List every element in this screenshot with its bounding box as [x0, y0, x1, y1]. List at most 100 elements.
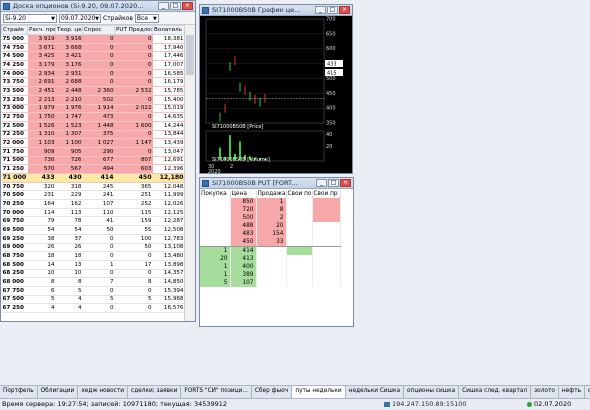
underlying-select[interactable]: Si-9.20 ▼: [3, 13, 57, 23]
board-cell[interactable]: 14,244: [152, 121, 185, 131]
board-cell[interactable]: 164: [27, 199, 56, 209]
depth-buy-cell[interactable]: 1: [200, 246, 231, 255]
order-book-titlebar[interactable]: SI71000BS0B PUT [FORT... _ □ ×: [200, 178, 353, 189]
workspace-tab[interactable]: Облигации: [38, 386, 79, 398]
board-row[interactable]: 68 000 8 8 7 8 14,850: [1, 277, 185, 287]
board-cell[interactable]: 2 022: [114, 104, 153, 114]
board-cell[interactable]: 13,108: [152, 243, 185, 253]
board-cell[interactable]: 365: [114, 182, 153, 192]
workspace-tab[interactable]: Сишка след. квартал: [459, 386, 532, 398]
board-cell[interactable]: 15,019: [152, 104, 185, 114]
board-cell[interactable]: 38: [27, 234, 56, 244]
board-row[interactable]: 69 500 54 54 50 55 12,508: [1, 225, 185, 235]
board-row[interactable]: 70 250 164 162 107 252 12,026: [1, 199, 185, 209]
board-cell[interactable]: 2 213: [27, 95, 56, 105]
board-cell[interactable]: 3 671: [27, 43, 56, 53]
chart-area[interactable]: 7006506005505004504003504020 SI71000BS0B…: [200, 16, 352, 173]
depth-buy-cell[interactable]: 1: [200, 271, 231, 279]
board-cell[interactable]: 12,783: [152, 234, 185, 244]
board-row[interactable]: 73 250 2 213 2 210 502 0 15,400: [1, 95, 185, 105]
board-cell[interactable]: 0: [82, 77, 115, 88]
depth-buy-cell[interactable]: 5: [200, 279, 231, 287]
board-cell[interactable]: 107: [82, 199, 115, 209]
board-cell[interactable]: 41: [82, 216, 115, 227]
depth-sell-cell[interactable]: 1: [256, 198, 287, 206]
board-cell[interactable]: 15,394: [152, 286, 185, 296]
strike-cell[interactable]: 68 000: [1, 277, 28, 287]
depth-price-cell[interactable]: 850: [230, 198, 257, 206]
board-cell[interactable]: 290: [82, 147, 115, 157]
strike-cell[interactable]: 73 500: [1, 86, 28, 96]
strike-cell[interactable]: 71 500: [1, 156, 28, 166]
depth-buy-cell[interactable]: [200, 198, 231, 206]
board-cell[interactable]: 1 526: [27, 121, 56, 131]
board-cell[interactable]: 730: [27, 156, 56, 166]
depth-sell-cell[interactable]: 2: [256, 214, 287, 222]
strike-cell[interactable]: 68 500: [1, 260, 28, 270]
strike-cell[interactable]: 74 250: [1, 60, 28, 70]
workspace-tab[interactable]: сделки; заявки: [128, 386, 182, 398]
strike-cell[interactable]: 69 250: [1, 234, 28, 244]
depth-row[interactable]: 488 20: [200, 222, 341, 230]
board-cell[interactable]: 26: [55, 243, 83, 253]
workspace-tab[interactable]: путы недельки: [292, 386, 346, 398]
board-row[interactable]: 73 500 2 451 2 448 2 360 2 532 15,785: [1, 86, 185, 96]
board-scrollbar[interactable]: [184, 25, 195, 321]
depth-col-header[interactable]: Цена: [230, 190, 257, 198]
board-row[interactable]: 71 250 570 567 494 603 12,396: [1, 164, 185, 174]
strike-cell[interactable]: 74 750: [1, 43, 28, 53]
board-cell[interactable]: 2 360: [82, 86, 115, 96]
strike-cell[interactable]: 70 250: [1, 199, 28, 209]
strike-cell[interactable]: 73 750: [1, 77, 28, 88]
board-cell[interactable]: 162: [55, 199, 83, 209]
depth-sell-cell[interactable]: 33: [256, 238, 287, 247]
board-cell[interactable]: 13: [55, 260, 83, 270]
board-cell[interactable]: 241: [82, 190, 115, 201]
board-cell[interactable]: 0: [114, 34, 153, 44]
board-cell[interactable]: 55: [114, 225, 153, 235]
board-cell[interactable]: 231: [27, 190, 56, 201]
board-row[interactable]: 72 250 1 310 1 307 375 0 13,844: [1, 130, 185, 140]
board-cell[interactable]: 3 176: [55, 60, 83, 70]
depth-price-cell[interactable]: 413: [230, 255, 257, 263]
depth-row[interactable]: 500 2: [200, 214, 341, 222]
board-cell[interactable]: 3 919: [27, 34, 56, 44]
board-cell[interactable]: 12,125: [152, 208, 185, 218]
workspace-tab[interactable]: Сбер фьюч: [252, 386, 293, 398]
board-cell[interactable]: 3 421: [55, 51, 83, 62]
board-cell[interactable]: 13,047: [152, 147, 185, 157]
board-cell[interactable]: 13,480: [152, 251, 185, 261]
board-row[interactable]: 71 500 730 726 677 807 12,691: [1, 156, 185, 166]
board-cell[interactable]: 2 688: [55, 77, 83, 88]
depth-own-cell[interactable]: [312, 271, 341, 279]
board-col-header[interactable]: Теор. цена: [55, 25, 83, 35]
depth-col-header[interactable]: Свои пр: [312, 190, 341, 198]
depth-own-cell[interactable]: [312, 279, 341, 287]
board-col-header[interactable]: Страйк: [1, 25, 28, 35]
board-row[interactable]: 74 500 3 425 3 421 0 0 17,446: [1, 51, 185, 62]
depth-own-cell[interactable]: [312, 246, 341, 255]
board-cell[interactable]: 14,635: [152, 112, 185, 122]
board-cell[interactable]: 16,576: [152, 303, 185, 313]
board-cell[interactable]: 2 931: [55, 69, 83, 79]
board-cell[interactable]: 251: [114, 190, 153, 201]
board-cell[interactable]: 54: [55, 225, 83, 235]
close-button[interactable]: ×: [339, 6, 350, 14]
board-row[interactable]: 74 750 3 671 3 668 0 0 17,940: [1, 43, 185, 53]
strike-cell[interactable]: 72 250: [1, 130, 28, 140]
board-cell[interactable]: 375: [82, 130, 115, 140]
depth-row[interactable]: 483 154: [200, 230, 341, 238]
board-cell[interactable]: 5: [114, 295, 153, 305]
board-cell[interactable]: 15,785: [152, 86, 185, 96]
board-cell[interactable]: 4: [55, 295, 83, 305]
board-cell[interactable]: 433: [27, 173, 56, 183]
strike-cell[interactable]: 73 250: [1, 95, 28, 105]
board-cell[interactable]: 12,026: [152, 199, 185, 209]
board-cell[interactable]: 13,844: [152, 130, 185, 140]
strike-cell[interactable]: 67 750: [1, 286, 28, 296]
board-cell[interactable]: 16,585: [152, 69, 185, 79]
board-cell[interactable]: 3 916: [55, 34, 83, 44]
workspace-tab[interactable]: золото: [531, 386, 559, 398]
minimize-button[interactable]: _: [315, 6, 326, 14]
board-cell[interactable]: 0: [114, 77, 153, 88]
